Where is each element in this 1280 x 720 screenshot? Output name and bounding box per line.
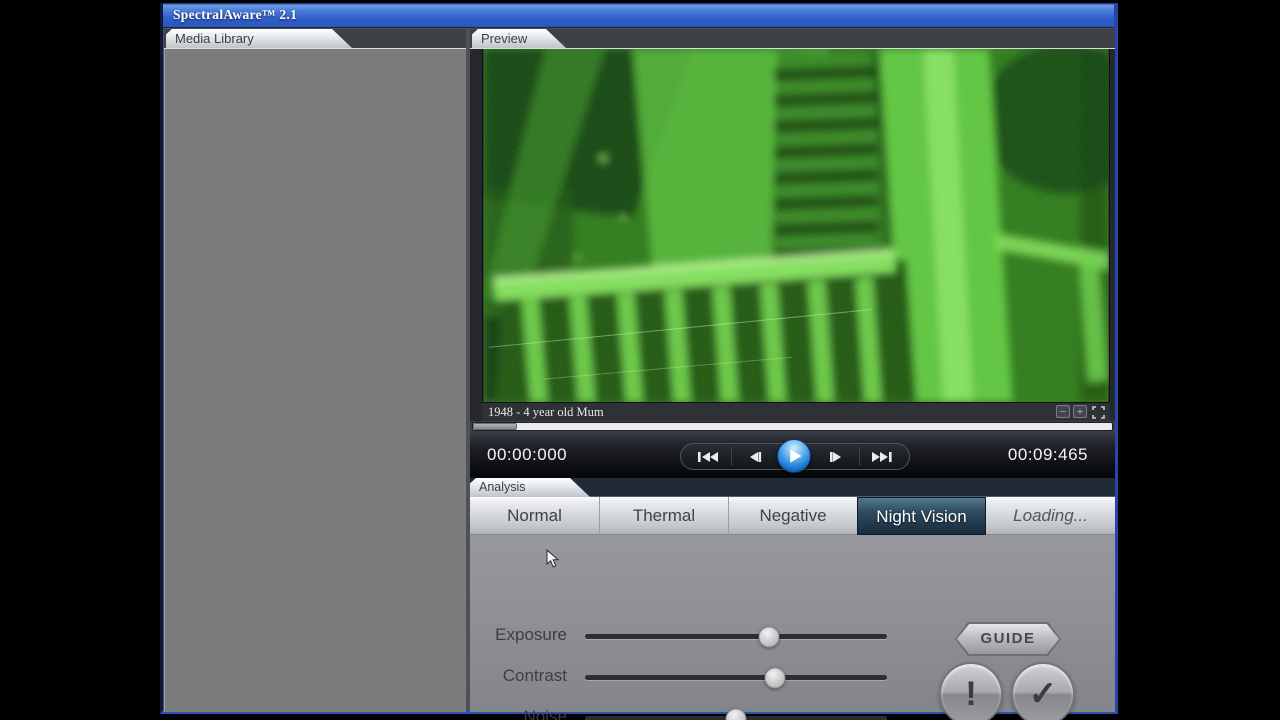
- stage: SpectralAware™ 2.1 Media Library ✓ ✓: [0, 0, 1280, 720]
- current-time: 00:00:000: [487, 445, 567, 465]
- preview-panel: 1948 - 4 year old Mum − + 00: [470, 48, 1115, 712]
- contrast-label: Contrast: [470, 666, 567, 686]
- noise-label: Noise: [470, 707, 567, 720]
- skip-start-button[interactable]: [697, 450, 719, 464]
- exclamation-icon: !: [965, 675, 976, 713]
- guide-button[interactable]: GUIDE: [957, 624, 1059, 654]
- plus-icon: +: [1077, 406, 1083, 418]
- divider: [731, 447, 732, 466]
- exposure-label: Exposure: [470, 625, 567, 645]
- titlebar[interactable]: SpectralAware™ 2.1: [163, 3, 1114, 28]
- alert-button[interactable]: !: [939, 662, 1003, 720]
- guide-button-outline: GUIDE: [955, 622, 1061, 656]
- mouse-cursor: [546, 549, 560, 569]
- mode-loading: Loading...: [986, 497, 1115, 535]
- checkmark-icon: ✓: [1029, 675, 1058, 713]
- exposure-slider[interactable]: [585, 634, 887, 639]
- play-icon: [778, 440, 810, 472]
- transport-bar: 00:00:000 00:09:465: [470, 432, 1115, 478]
- noise-slider-thumb[interactable]: [726, 708, 747, 720]
- step-forward-button[interactable]: [829, 450, 845, 464]
- noise-slider[interactable]: [585, 716, 887, 720]
- zoom-out-button[interactable]: −: [1056, 405, 1070, 418]
- preview-tabstrip: [470, 29, 1115, 49]
- tab-analysis[interactable]: Analysis: [470, 478, 590, 497]
- skip-end-button[interactable]: [871, 450, 893, 464]
- minus-icon: −: [1060, 406, 1066, 418]
- media-library-panel: [164, 48, 466, 712]
- play-button[interactable]: [777, 439, 811, 473]
- analysis-mode-bar: Normal Thermal Negative Night Vision Loa…: [470, 497, 1115, 535]
- mode-thermal[interactable]: Thermal: [599, 497, 728, 535]
- exposure-slider-thumb[interactable]: [759, 626, 780, 647]
- app-title: SpectralAware™ 2.1: [173, 7, 297, 23]
- fit-to-window-icon: [1092, 406, 1105, 419]
- timeline-zone: [470, 421, 1115, 432]
- analysis-panel: Exposure Contrast Noise GUIDE ! ✓: [470, 535, 1115, 712]
- tab-media-library[interactable]: Media Library: [166, 29, 352, 48]
- contrast-slider-thumb[interactable]: [765, 667, 786, 688]
- mode-normal[interactable]: Normal: [470, 497, 599, 535]
- zoom-in-button[interactable]: +: [1073, 405, 1087, 418]
- divider: [859, 447, 860, 466]
- timeline-track[interactable]: [472, 422, 1113, 431]
- timeline-thumb[interactable]: [473, 423, 517, 430]
- fit-to-window-button[interactable]: [1091, 405, 1105, 418]
- contrast-slider[interactable]: [585, 675, 887, 680]
- total-time: 00:09:465: [1008, 445, 1088, 465]
- caption-bar: 1948 - 4 year old Mum − +: [482, 403, 1110, 421]
- mode-night-vision[interactable]: Night Vision: [857, 497, 986, 535]
- video-frame[interactable]: [482, 48, 1110, 403]
- mode-negative[interactable]: Negative: [728, 497, 857, 535]
- video-caption: 1948 - 4 year old Mum: [482, 405, 604, 419]
- confirm-button[interactable]: ✓: [1011, 662, 1075, 720]
- step-back-button[interactable]: [746, 450, 762, 464]
- night-vision-image: [483, 49, 1109, 402]
